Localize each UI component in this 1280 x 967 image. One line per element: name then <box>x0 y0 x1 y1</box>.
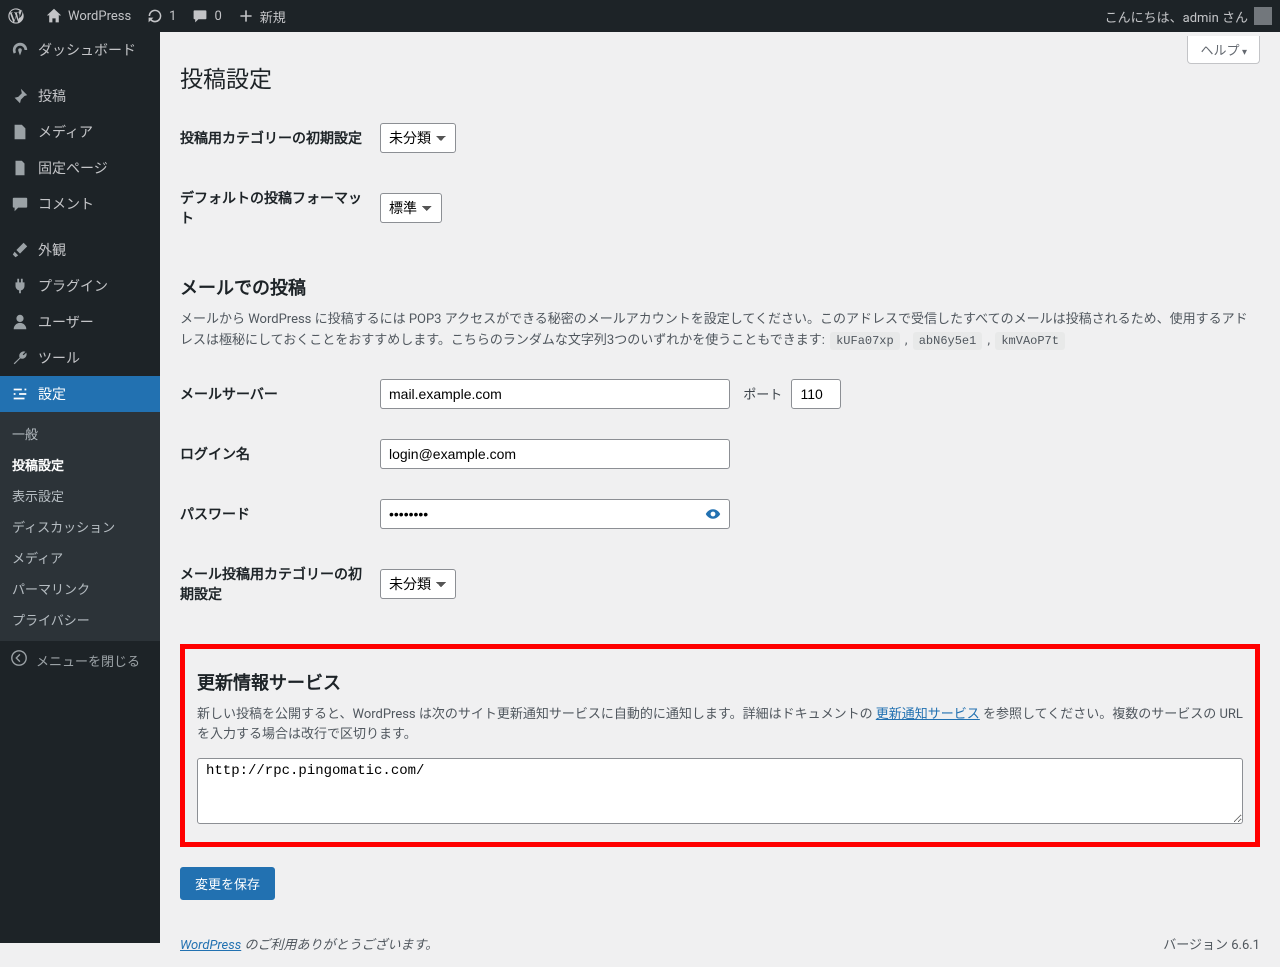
mail-category-label: メール投稿用カテゴリーの初期設定 <box>180 544 380 624</box>
collapse-label: メニューを閉じる <box>36 651 140 670</box>
wrench-icon <box>10 349 30 367</box>
account-menu[interactable]: こんにちは、admin さん <box>1097 0 1280 32</box>
sidebar-item-label: ダッシュボード <box>38 40 136 60</box>
plus-icon <box>238 8 254 24</box>
footer-thanks-text: のご利用ありがとうございます。 <box>244 938 438 953</box>
footer: WordPress のご利用ありがとうございます。 バージョン 6.6.1 <box>160 920 1280 967</box>
password-visibility-button[interactable] <box>695 500 729 528</box>
sub-item-permalink[interactable]: パーマリンク <box>0 573 160 604</box>
sidebar-item-media[interactable]: メディア <box>0 114 160 150</box>
footer-wordpress-link[interactable]: WordPress <box>180 938 241 953</box>
sidebar-submenu-settings: 一般 投稿設定 表示設定 ディスカッション メディア パーマリンク プライバシー <box>0 412 160 641</box>
updates-count: 1 <box>169 9 176 24</box>
site-name-menu[interactable]: WordPress <box>38 0 139 32</box>
eye-icon <box>705 506 721 522</box>
site-name-label: WordPress <box>68 9 131 24</box>
new-content-menu[interactable]: 新規 <box>230 0 294 32</box>
sidebar-item-settings[interactable]: 設定 <box>0 376 160 412</box>
sidebar-item-appearance[interactable]: 外観 <box>0 232 160 268</box>
pin-icon <box>10 87 30 105</box>
sub-item-reading[interactable]: 表示設定 <box>0 480 160 511</box>
sidebar-item-comments[interactable]: コメント <box>0 186 160 222</box>
sidebar-item-label: コメント <box>38 194 94 214</box>
default-category-label: 投稿用カテゴリーの初期設定 <box>180 108 380 168</box>
random-string-2: abN6y5e1 <box>913 332 983 350</box>
mail-section-desc: メールから WordPress に投稿するには POP3 アクセスができる秘密の… <box>180 310 1260 352</box>
collapse-icon <box>10 649 28 671</box>
default-format-label: デフォルトの投稿フォーマット <box>180 168 380 248</box>
brush-icon <box>10 241 30 259</box>
media-icon <box>10 123 30 141</box>
admin-sidebar: ダッシュボード 投稿 メディア 固定ページ コメント 外観 プラグイン ユーザー… <box>0 32 160 943</box>
footer-version: バージョン 6.6.1 <box>1163 934 1260 953</box>
password-input[interactable] <box>380 499 730 529</box>
updates-menu[interactable]: 1 <box>139 0 184 32</box>
comment-icon <box>10 195 30 213</box>
save-button[interactable]: 変更を保存 <box>180 867 275 900</box>
comments-count: 0 <box>214 9 221 24</box>
random-string-1: kUFa07xp <box>830 332 900 350</box>
sidebar-item-label: ツール <box>38 348 80 368</box>
mail-server-label: メールサーバー <box>180 364 380 424</box>
update-services-textarea[interactable] <box>197 758 1243 824</box>
update-icon <box>147 8 163 24</box>
password-label: パスワード <box>180 484 380 544</box>
sidebar-item-label: プラグイン <box>38 276 108 296</box>
user-icon <box>10 313 30 331</box>
update-services-heading: 更新情報サービス <box>197 669 1243 695</box>
page-icon <box>10 159 30 177</box>
sidebar-item-plugins[interactable]: プラグイン <box>0 268 160 304</box>
page-title: 投稿設定 <box>180 60 1260 94</box>
sidebar-item-users[interactable]: ユーザー <box>0 304 160 340</box>
collapse-menu-button[interactable]: メニューを閉じる <box>0 641 160 679</box>
sidebar-item-dashboard[interactable]: ダッシュボード <box>0 32 160 68</box>
help-tab[interactable]: ヘルプ <box>1187 36 1260 64</box>
default-category-select[interactable]: 未分類 <box>380 123 456 153</box>
sidebar-item-label: ユーザー <box>38 312 94 332</box>
default-format-select[interactable]: 標準 <box>380 193 442 223</box>
wp-logo-menu[interactable] <box>0 0 38 32</box>
update-services-link[interactable]: 更新通知サービス <box>876 707 980 722</box>
plug-icon <box>10 277 30 295</box>
sidebar-item-tools[interactable]: ツール <box>0 340 160 376</box>
sub-item-privacy[interactable]: プライバシー <box>0 604 160 635</box>
comment-icon <box>192 8 208 24</box>
sidebar-item-label: メディア <box>38 122 93 142</box>
port-input[interactable] <box>791 379 841 409</box>
greeting-text: こんにちは、admin さん <box>1105 7 1248 26</box>
sub-item-discussion[interactable]: ディスカッション <box>0 511 160 542</box>
login-input[interactable] <box>380 439 730 469</box>
sidebar-item-label: 外観 <box>38 240 66 260</box>
update-services-desc: 新しい投稿を公開すると、WordPress は次のサイト更新通知サービスに自動的… <box>197 705 1243 747</box>
sub-item-general[interactable]: 一般 <box>0 418 160 449</box>
sidebar-item-label: 設定 <box>38 384 66 404</box>
comments-menu[interactable]: 0 <box>184 0 229 32</box>
sidebar-item-posts[interactable]: 投稿 <box>0 78 160 114</box>
mail-category-select[interactable]: 未分類 <box>380 569 456 599</box>
avatar <box>1254 7 1272 25</box>
sub-item-writing[interactable]: 投稿設定 <box>0 449 160 480</box>
port-label: ポート <box>743 388 782 403</box>
login-label: ログイン名 <box>180 424 380 484</box>
mail-section-heading: メールでの投稿 <box>180 274 1260 300</box>
new-label: 新規 <box>260 7 286 26</box>
admin-bar: WordPress 1 0 新規 こんにちは、admin さん <box>0 0 1280 32</box>
random-string-3: kmVAoP7t <box>995 332 1065 350</box>
sub-item-media[interactable]: メディア <box>0 542 160 573</box>
mail-server-input[interactable] <box>380 379 730 409</box>
dashboard-icon <box>10 41 30 59</box>
wordpress-icon <box>8 8 24 24</box>
update-services-highlighted-section: 更新情報サービス 新しい投稿を公開すると、WordPress は次のサイト更新通… <box>180 644 1260 848</box>
home-icon <box>46 8 62 24</box>
sidebar-item-pages[interactable]: 固定ページ <box>0 150 160 186</box>
sidebar-item-label: 投稿 <box>38 86 66 106</box>
settings-icon <box>10 385 30 403</box>
sidebar-item-label: 固定ページ <box>38 158 108 178</box>
